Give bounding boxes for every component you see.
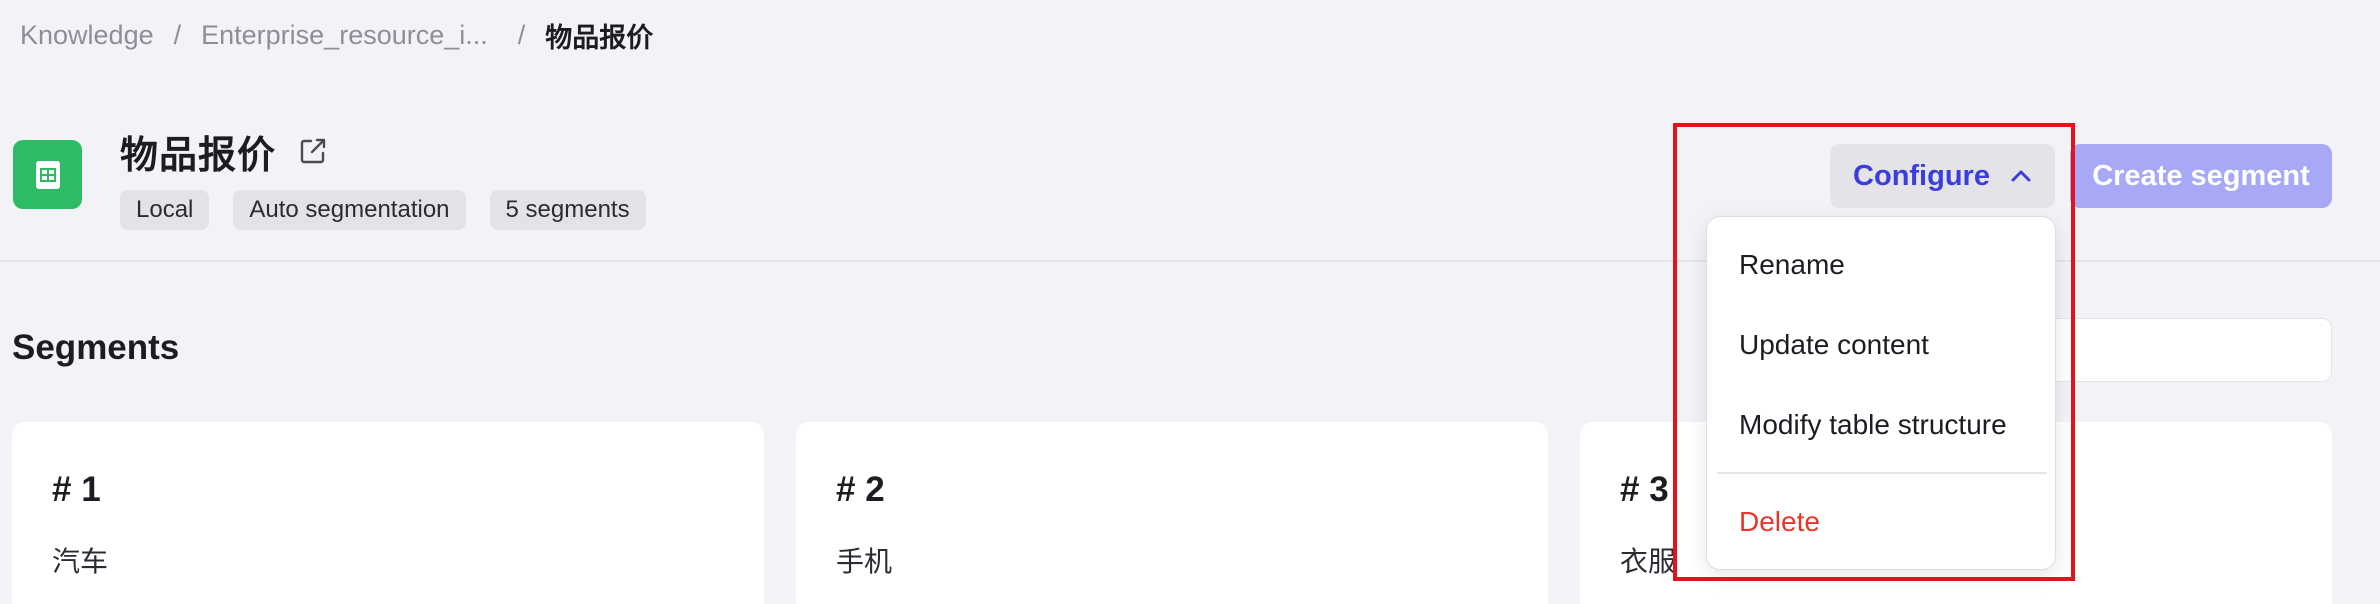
doc-title-row: 物品报价 bbox=[120, 126, 328, 177]
breadcrumb-item-knowledge[interactable]: Knowledge bbox=[20, 20, 154, 51]
breadcrumb-item-knowledge-base[interactable]: Enterprise_resource_i... bbox=[201, 20, 488, 51]
segment-number: # 1 bbox=[52, 470, 101, 509]
breadcrumb-item-current: 物品报价 bbox=[545, 22, 654, 53]
menu-item-update-content[interactable]: Update content bbox=[1739, 329, 1929, 361]
tag-segmentation: Auto segmentation bbox=[233, 190, 466, 230]
create-segment-label: Create segment bbox=[2092, 159, 2310, 192]
breadcrumb-separator: / bbox=[517, 19, 526, 50]
configure-button[interactable]: Configure bbox=[1830, 144, 2055, 208]
segment-content: 手机 bbox=[836, 546, 893, 577]
doc-tags: Local Auto segmentation 5 segments bbox=[120, 190, 646, 230]
edit-icon[interactable] bbox=[298, 136, 328, 166]
tag-storage: Local bbox=[120, 190, 210, 230]
segment-content: 衣服 bbox=[1620, 546, 1677, 577]
page-title: 物品报价 bbox=[120, 134, 277, 177]
menu-item-modify-table-structure[interactable]: Modify table structure bbox=[1739, 409, 2007, 441]
segment-card[interactable]: # 1 汽车 bbox=[12, 422, 764, 604]
segment-card[interactable]: # 2 手机 bbox=[796, 422, 1548, 604]
tag-segment-count: 5 segments bbox=[489, 190, 646, 230]
segments-title: Segments bbox=[12, 328, 180, 367]
segment-number: # 2 bbox=[836, 470, 885, 509]
menu-item-rename[interactable]: Rename bbox=[1739, 249, 1845, 281]
configure-button-label: Configure bbox=[1853, 159, 1990, 192]
chevron-up-icon bbox=[2011, 170, 2031, 182]
breadcrumb-separator: / bbox=[173, 19, 182, 50]
breadcrumb: Knowledge / Enterprise_resource_i... / 物… bbox=[20, 18, 654, 53]
segment-content: 汽车 bbox=[52, 546, 109, 577]
configure-dropdown-menu: Rename Update content Modify table struc… bbox=[1706, 216, 2056, 570]
menu-divider bbox=[1717, 472, 2047, 474]
create-segment-button[interactable]: Create segment bbox=[2070, 144, 2332, 208]
menu-item-delete[interactable]: Delete bbox=[1739, 506, 1820, 538]
spreadsheet-icon bbox=[13, 140, 82, 209]
segment-number: # 3 bbox=[1620, 470, 1669, 509]
